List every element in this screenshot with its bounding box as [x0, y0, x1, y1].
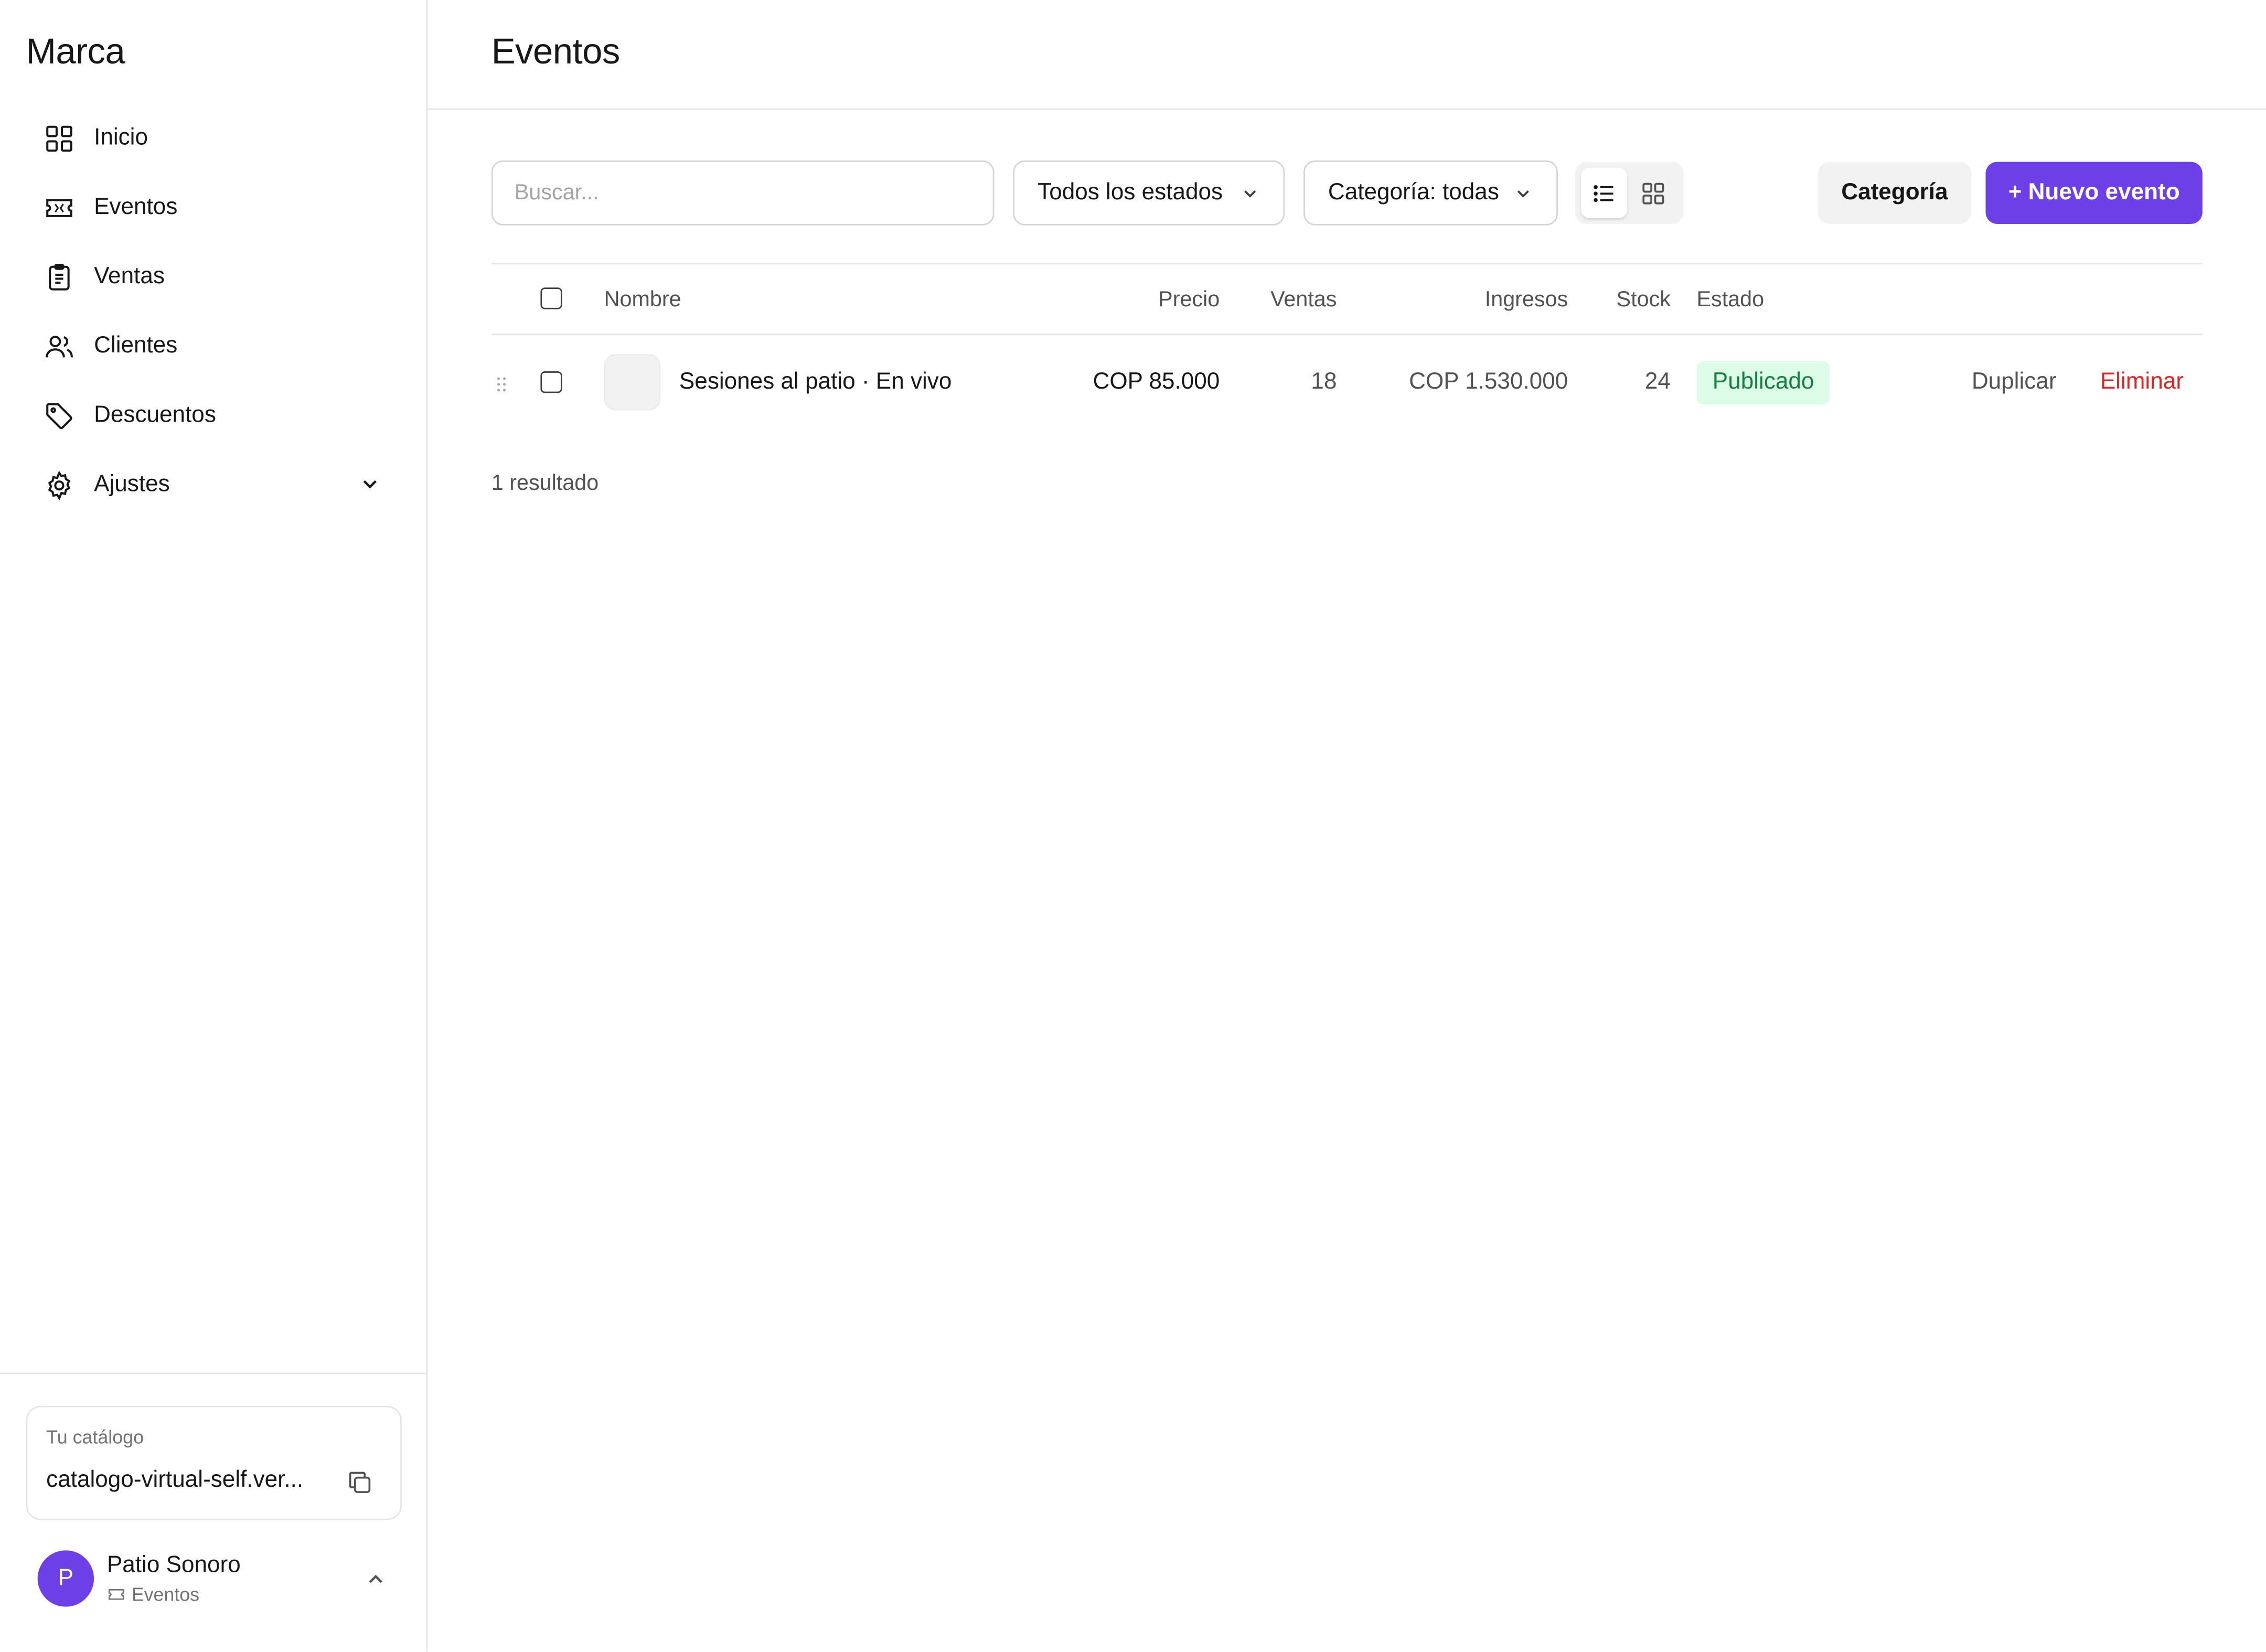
new-event-button[interactable]: + Nuevo evento	[1985, 162, 2203, 224]
sidebar-item-label: Inicio	[94, 125, 148, 151]
catalog-card: Tu catálogo catalogo-virtual-self.ver...	[26, 1406, 402, 1520]
user-name: Patio Sonoro	[106, 1553, 241, 1578]
status-filter-value: Todos los estados	[1038, 180, 1223, 205]
ticket-icon	[109, 1589, 124, 1600]
main-content: Eventos Todos los estados Categoría: tod…	[427, 0, 2266, 1651]
column-header-stock[interactable]: Stock	[1617, 287, 1671, 312]
sidebar-item-label: Ventas	[94, 264, 165, 289]
chevron-down-icon	[1517, 190, 1529, 198]
sidebar-item-inicio[interactable]: Inicio	[26, 104, 402, 173]
user-subtitle-label: Eventos	[131, 1583, 200, 1605]
event-income: COP 1.530.000	[1409, 370, 1568, 395]
status-filter-select[interactable]: Todos los estados	[1013, 160, 1285, 226]
result-count: 1 resultado	[491, 471, 599, 496]
table-row[interactable]: Sesiones al patio · En vivo COP 85.000 1…	[491, 335, 2203, 431]
delete-button[interactable]: Eliminar	[2100, 370, 2184, 396]
list-view-button[interactable]	[1581, 167, 1628, 219]
sidebar-divider	[0, 1372, 426, 1375]
chevron-up-icon	[369, 1574, 382, 1583]
table-header: Nombre Precio Ventas Ingresos Stock Esta…	[491, 263, 2203, 336]
avatar: P	[37, 1550, 94, 1607]
sidebar-item-clientes[interactable]: Clientes	[26, 312, 402, 381]
sidebar-nav: Inicio Eventos Ventas Clientes Descuento…	[26, 104, 402, 520]
view-toggle	[1575, 162, 1684, 224]
user-menu[interactable]: P Patio Sonoro Eventos	[37, 1550, 399, 1608]
column-header-price[interactable]: Precio	[1158, 287, 1220, 312]
page-header: Eventos	[427, 0, 2266, 110]
sidebar-item-label: Clientes	[94, 334, 178, 359]
category-button[interactable]: Categoría	[1818, 162, 1971, 224]
sidebar-item-ventas[interactable]: Ventas	[26, 243, 402, 312]
app-root: Marca Inicio Eventos Ventas Clientes Des…	[0, 0, 2266, 1652]
sidebar: Marca Inicio Eventos Ventas Clientes Des…	[0, 0, 428, 1652]
event-thumbnail	[604, 353, 661, 411]
catalog-url[interactable]: catalogo-virtual-self.ver...	[46, 1468, 303, 1494]
sidebar-item-label: Descuentos	[94, 403, 216, 428]
users-icon	[44, 331, 76, 363]
sidebar-item-label: Eventos	[94, 195, 178, 220]
grid-icon	[1642, 182, 1664, 204]
sidebar-item-descuentos[interactable]: Descuentos	[26, 381, 402, 450]
select-all-checkbox[interactable]	[540, 287, 562, 309]
row-checkbox[interactable]	[540, 371, 562, 393]
category-filter-select[interactable]: Categoría: todas	[1303, 160, 1558, 226]
page-title: Eventos	[491, 31, 621, 72]
sidebar-item-ajustes[interactable]: Ajustes	[26, 451, 402, 520]
column-header-income[interactable]: Ingresos	[1485, 287, 1568, 312]
user-subtitle: Eventos	[107, 1584, 199, 1605]
tag-icon	[44, 400, 76, 432]
event-name[interactable]: Sesiones al patio · En vivo	[679, 370, 952, 396]
list-icon	[1594, 184, 1613, 202]
sidebar-item-eventos[interactable]: Eventos	[26, 174, 402, 243]
chevron-down-icon[interactable]	[358, 473, 381, 496]
catalog-label: Tu catálogo	[46, 1426, 144, 1448]
sidebar-item-label: Ajustes	[94, 472, 170, 497]
column-header-status[interactable]: Estado	[1696, 287, 1764, 312]
event-stock: 24	[1644, 370, 1671, 395]
column-header-name[interactable]: Nombre	[604, 287, 681, 312]
ticket-icon	[44, 192, 76, 224]
toolbar: Todos los estados Categoría: todas Categ…	[491, 160, 2203, 226]
drag-handle-icon[interactable]	[496, 376, 507, 393]
status-badge: Publicado	[1696, 361, 1830, 405]
grid-view-button[interactable]	[1630, 168, 1676, 218]
events-table: Nombre Precio Ventas Ingresos Stock Esta…	[491, 263, 2203, 431]
search-input[interactable]	[491, 160, 995, 226]
duplicate-button[interactable]: Duplicar	[1972, 370, 2057, 396]
grid-icon	[44, 123, 76, 155]
chevron-down-icon	[1244, 190, 1256, 198]
category-filter-value: Categoría: todas	[1328, 180, 1499, 205]
copy-icon[interactable]	[345, 1468, 374, 1497]
event-price: COP 85.000	[1093, 370, 1220, 395]
brand-logo[interactable]: Marca	[26, 32, 125, 74]
event-sales: 18	[1311, 370, 1337, 395]
gear-icon	[44, 469, 76, 501]
clipboard-icon	[44, 262, 76, 294]
column-header-sales[interactable]: Ventas	[1270, 287, 1337, 312]
